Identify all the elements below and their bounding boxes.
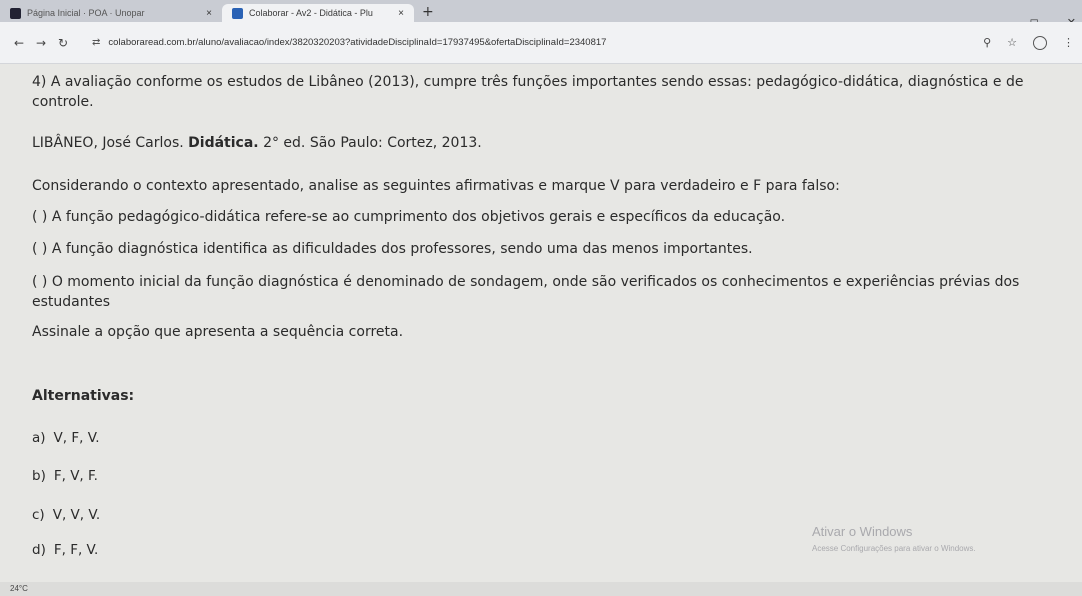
alternative-letter: b) <box>32 468 46 484</box>
alternative-text: F, F, V. <box>53 542 99 558</box>
alternative-text: F, V, F. <box>53 468 98 484</box>
alternative-b[interactable]: b) F, V, F. <box>32 468 98 484</box>
profile-icon[interactable] <box>1033 35 1047 50</box>
browser-toolbar: ← → ↻ ⇄ colaboraread.com.br/aluno/avalia… <box>0 22 1082 64</box>
alternative-letter: a) <box>32 430 46 446</box>
windows-activation-subtitle: Acesse Configurações para ativar o Windo… <box>812 544 976 553</box>
bookmark-star-icon[interactable]: ☆ <box>1007 36 1017 49</box>
url-text: colaboraread.com.br/aluno/avaliacao/inde… <box>108 37 607 48</box>
prompt: Assinale a opção que apresenta a sequênc… <box>32 324 404 340</box>
weather-temperature[interactable]: 24°C <box>10 584 28 593</box>
windows-activation-title: Ativar o Windows <box>812 524 913 539</box>
menu-kebab-icon[interactable]: ⋮ <box>1063 36 1074 49</box>
tab-title: Colaborar - Av2 - Didática - Plu <box>249 8 373 18</box>
alternative-c[interactable]: c) V, V, V. <box>32 507 100 523</box>
tab-favicon-icon <box>10 7 21 19</box>
site-settings-icon[interactable]: ⇄ <box>92 37 100 48</box>
alternative-text: V, F, V. <box>53 430 100 446</box>
alternative-text: V, V, V. <box>52 507 101 523</box>
toolbar-actions: ⚲ ☆ ⋮ <box>983 35 1074 50</box>
new-tab-button[interactable]: + <box>422 4 434 20</box>
tab-close-icon[interactable]: × <box>398 8 404 19</box>
alternative-d[interactable]: d) F, F, V. <box>32 542 98 558</box>
tab-title: Página Inicial · POA · Unopar <box>27 8 145 18</box>
tab-favicon-icon <box>232 7 243 19</box>
question-stem: 4) A avaliação conforme os estudos de Li… <box>32 74 1024 110</box>
back-arrow-icon[interactable]: ← <box>8 36 30 50</box>
statement-1: ( ) A função pedagógico-didática refere-… <box>32 209 786 225</box>
alternatives-heading: Alternativas: <box>32 388 135 404</box>
statement-3: ( ) O momento inicial da função diagnóst… <box>32 274 1020 310</box>
tab-close-icon[interactable]: × <box>206 8 212 19</box>
instruction: Considerando o contexto apresentado, ana… <box>32 178 840 194</box>
alternative-letter: c) <box>32 507 45 523</box>
alternative-letter: d) <box>32 542 46 558</box>
forward-arrow-icon[interactable]: → <box>30 36 52 50</box>
address-bar[interactable]: ⇄ colaboraread.com.br/aluno/avaliacao/in… <box>82 30 975 56</box>
reference-title: Didática. <box>188 135 259 151</box>
alternative-a[interactable]: a) V, F, V. <box>32 430 100 446</box>
statement-2: ( ) A função diagnóstica identifica as d… <box>32 241 753 257</box>
reference-prefix: LIBÂNEO, José Carlos. <box>32 135 184 151</box>
tab-strip: Página Inicial · POA · Unopar × Colabora… <box>0 0 1082 22</box>
taskbar: 24°C <box>0 582 1082 596</box>
zoom-icon[interactable]: ⚲ <box>983 36 991 49</box>
reference: LIBÂNEO, José Carlos. Didática. 2° ed. S… <box>32 133 1062 153</box>
tab-unopar[interactable]: Página Inicial · POA · Unopar × <box>0 4 222 22</box>
tab-colaborar[interactable]: Colaborar - Av2 - Didática - Plu × <box>222 4 414 22</box>
reference-suffix: 2° ed. São Paulo: Cortez, 2013. <box>263 135 482 151</box>
question-page: 4) A avaliação conforme os estudos de Li… <box>0 64 1082 582</box>
reload-icon[interactable]: ↻ <box>52 36 74 50</box>
